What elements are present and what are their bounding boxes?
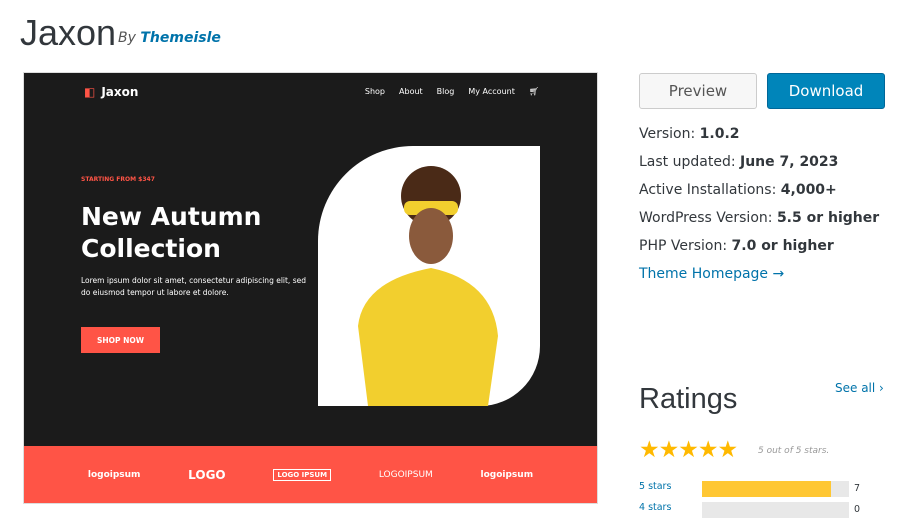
- site-nav: Shop About Blog My Account 🛒︎: [365, 87, 539, 96]
- logo-icon: ◧: [84, 85, 96, 99]
- nav-account: My Account: [468, 87, 515, 96]
- meta-label: PHP Version:: [639, 238, 728, 254]
- author-link[interactable]: Themeisle: [140, 30, 221, 46]
- meta-updated: Last updated: June 7, 2023: [639, 154, 838, 170]
- partner-logo: LOGO IPSUM: [273, 468, 332, 481]
- cart-icon: 🛒︎: [528, 87, 539, 96]
- meta-label: Active Installations:: [639, 182, 777, 198]
- meta-label: Last updated:: [639, 154, 736, 170]
- star-rating-icons: ★★★★★: [639, 437, 738, 463]
- theme-screenshot: ◧ Jaxon Shop About Blog My Account 🛒︎ STA…: [23, 72, 598, 504]
- rating-count: 7: [854, 483, 861, 494]
- meta-value: 4,000+: [780, 182, 837, 198]
- partner-logo: logoipsum: [87, 469, 141, 480]
- hero-kicker: STARTING FROM $347: [81, 176, 155, 183]
- hero-image: [318, 146, 540, 406]
- nav-about: About: [399, 87, 423, 96]
- meta-value: 5.5 or higher: [776, 210, 880, 226]
- model-illustration: [358, 166, 498, 406]
- meta-value: June 7, 2023: [740, 154, 839, 170]
- download-button[interactable]: Download: [767, 73, 885, 109]
- partner-logo: logoipsum: [480, 469, 534, 480]
- rating-summary: 5 out of 5 stars.: [758, 446, 830, 456]
- theme-title: Jaxon: [20, 12, 117, 53]
- meta-value: 7.0 or higher: [731, 238, 834, 254]
- rating-row-label[interactable]: 5 stars: [639, 481, 671, 492]
- logo-strip: logoipsum LOGO LOGO IPSUM LOGOIPSUM logo…: [24, 446, 597, 503]
- see-all-link[interactable]: See all ›: [835, 381, 884, 395]
- nav-shop: Shop: [364, 87, 386, 96]
- rating-bar: [702, 502, 849, 518]
- ratings-heading: Ratings: [639, 383, 738, 415]
- by-label: By: [118, 30, 136, 46]
- hero-title: New Autumn Collection: [81, 202, 262, 263]
- meta-php-version: PHP Version: 7.0 or higher: [639, 238, 834, 254]
- preview-button[interactable]: Preview: [639, 73, 757, 109]
- meta-installs: Active Installations: 4,000+: [639, 182, 837, 198]
- rating-bar: [702, 481, 849, 497]
- rating-bar-fill: [702, 481, 832, 497]
- site-logo: ◧ Jaxon: [84, 85, 138, 99]
- theme-author: By Themeisle: [118, 30, 221, 46]
- meta-wp-version: WordPress Version: 5.5 or higher: [639, 210, 879, 226]
- meta-value: 1.0.2: [699, 126, 740, 142]
- rating-row-4[interactable]: 4 stars 0: [639, 502, 879, 518]
- hero-text: Lorem ipsum dolor sit amet, consectetur …: [81, 276, 306, 297]
- rating-row-5[interactable]: 5 stars 7: [639, 481, 879, 497]
- meta-label: Version:: [639, 126, 696, 142]
- partner-logo: LOGOIPSUM: [378, 469, 433, 480]
- shop-now-button: SHOP NOW: [81, 327, 160, 353]
- partner-logo: LOGO: [188, 467, 226, 482]
- nav-blog: Blog: [436, 87, 455, 96]
- rating-row-label[interactable]: 4 stars: [639, 502, 671, 513]
- meta-version: Version: 1.0.2: [639, 126, 740, 142]
- theme-homepage-link[interactable]: Theme Homepage →: [639, 266, 784, 282]
- logo-text: Jaxon: [101, 85, 139, 99]
- rating-count: 0: [854, 504, 861, 515]
- meta-label: WordPress Version:: [639, 210, 773, 226]
